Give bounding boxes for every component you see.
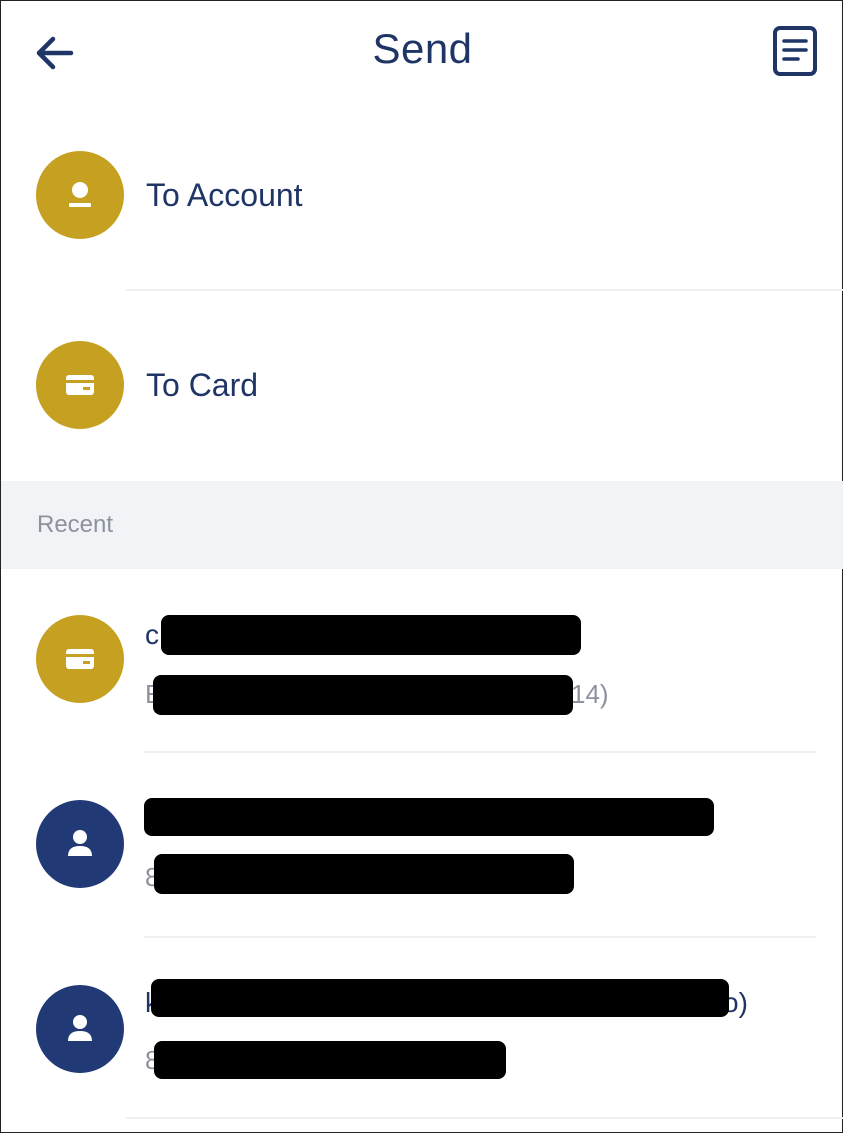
recent-section-header: Recent bbox=[1, 481, 843, 569]
divider bbox=[126, 289, 843, 291]
card-icon bbox=[36, 615, 124, 703]
to-account-label: To Account bbox=[146, 177, 303, 213]
redaction-block bbox=[151, 979, 729, 1017]
divider bbox=[126, 1117, 843, 1119]
app-header: Send bbox=[1, 1, 843, 101]
redaction-block bbox=[154, 854, 574, 894]
divider bbox=[144, 751, 816, 753]
recent-item[interactable]: k o) 8 bbox=[1, 941, 843, 1121]
recent-label: Recent bbox=[37, 511, 114, 538]
document-list-icon bbox=[773, 26, 817, 76]
redaction-block bbox=[154, 1041, 506, 1079]
recent-item[interactable]: c E 14) bbox=[1, 571, 843, 751]
divider bbox=[144, 936, 816, 938]
page-title: Send bbox=[372, 25, 473, 72]
history-button[interactable] bbox=[772, 25, 818, 77]
recent-item[interactable]: 8 bbox=[1, 756, 843, 936]
to-card-option[interactable]: To Card bbox=[1, 309, 843, 459]
account-icon bbox=[36, 151, 124, 239]
person-icon bbox=[36, 985, 124, 1073]
person-icon bbox=[36, 800, 124, 888]
recent-item-detail-end: 14) bbox=[571, 679, 609, 709]
card-icon bbox=[36, 341, 124, 429]
recent-item-name: c bbox=[145, 619, 159, 650]
redaction-block bbox=[161, 615, 581, 655]
redaction-block bbox=[153, 675, 573, 715]
redaction-block bbox=[144, 798, 714, 836]
to-account-option[interactable]: To Account bbox=[1, 119, 843, 269]
to-card-label: To Card bbox=[146, 367, 259, 403]
